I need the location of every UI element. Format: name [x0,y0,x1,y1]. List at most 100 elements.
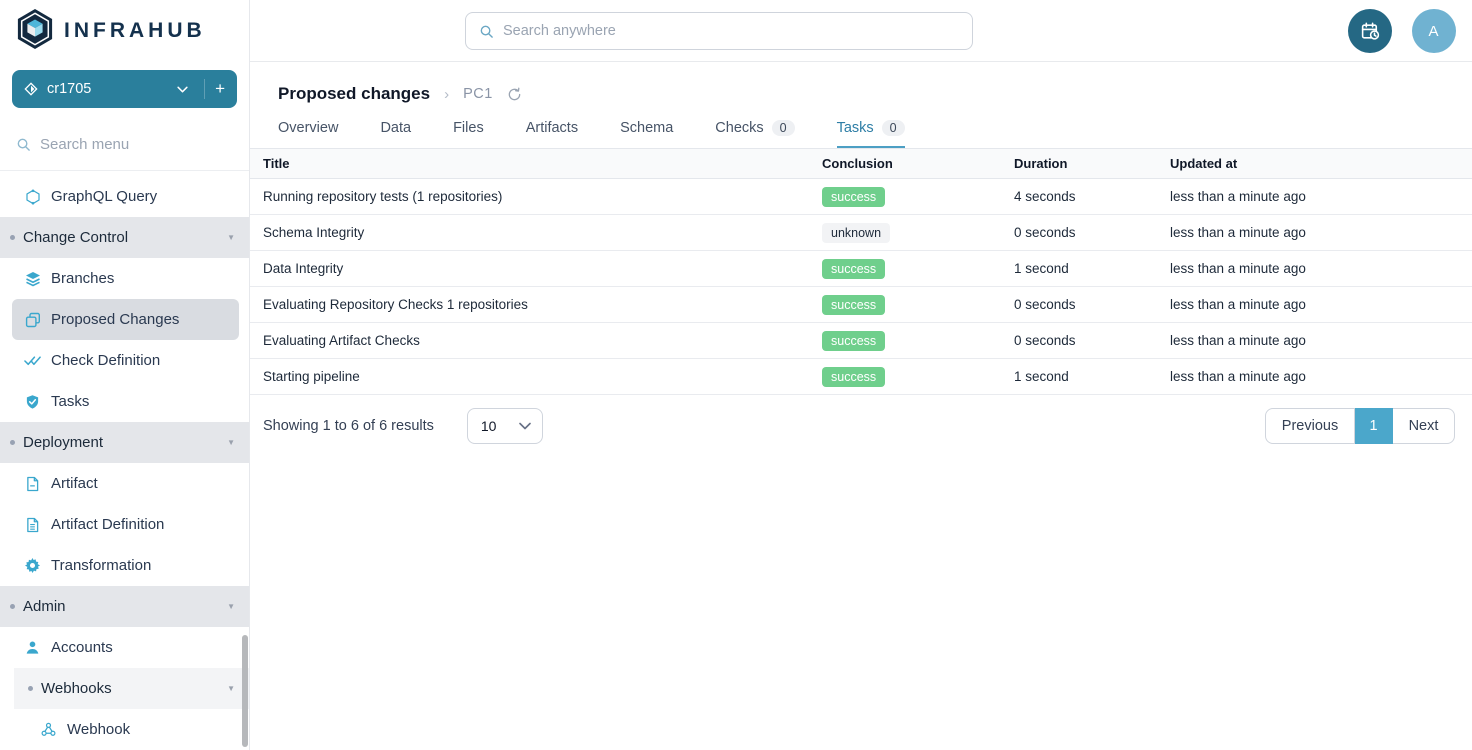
sidebar-search[interactable] [0,124,249,171]
sidebar-item-webhook[interactable]: Webhook [0,709,249,750]
sidebar-item-artifact-definition[interactable]: Artifact Definition [0,504,249,545]
brand-logo[interactable]: INFRAHUB [0,0,249,62]
sidebar-section-change-control[interactable]: Change Control ▼ [0,217,249,258]
copy-icon [24,312,41,328]
task-updated: less than a minute ago [1170,297,1472,312]
task-updated: less than a minute ago [1170,189,1472,204]
topbar: A [250,0,1472,62]
tab-label: Files [453,120,484,136]
page-size-select[interactable]: 10 [467,408,543,444]
chevron-down-icon: ▼ [227,233,235,242]
status-badge: success [822,187,885,207]
column-header-updated-at: Updated at [1170,156,1472,171]
task-updated: less than a minute ago [1170,333,1472,348]
chevron-down-icon: ▼ [227,602,235,611]
time-travel-button[interactable] [1348,9,1392,53]
task-title: Evaluating Repository Checks 1 repositor… [250,297,822,312]
calendar-clock-icon [1360,21,1381,42]
section-label: Deployment [23,434,219,451]
tab-count-badge: 0 [882,120,905,136]
sidebar-section-admin[interactable]: Admin ▼ [0,586,249,627]
sidebar-item-tasks[interactable]: Tasks [0,381,249,422]
sidebar-item-proposed-changes[interactable]: Proposed Changes [12,299,239,340]
sidebar-item-label: GraphQL Query [51,188,157,205]
tab-label: Tasks [837,120,874,136]
shield-check-icon [24,394,41,410]
tab-label: Overview [278,120,338,136]
task-updated: less than a minute ago [1170,225,1472,240]
status-badge: success [822,295,885,315]
avatar[interactable]: A [1412,9,1456,53]
sidebar-item-branches[interactable]: Branches [0,258,249,299]
page-number-button[interactable]: 1 [1355,408,1393,444]
task-title: Evaluating Artifact Checks [250,333,822,348]
previous-page-button[interactable]: Previous [1265,408,1355,444]
sidebar-item-graphql-query[interactable]: GraphQL Query [0,176,249,217]
sidebar-nav: GraphQL Query Change Control ▼ Branches … [0,171,249,750]
table-row[interactable]: Data Integrity success 1 second less tha… [250,251,1472,287]
chevron-down-icon [519,422,531,430]
table-row[interactable]: Schema Integrity unknown 0 seconds less … [250,215,1472,251]
add-branch-button[interactable]: + [204,79,225,99]
chevron-down-icon[interactable] [177,86,188,93]
refresh-icon[interactable] [507,87,522,102]
sidebar: INFRAHUB cr1705 + GraphQL Query [0,0,250,750]
webhook-icon [40,722,57,737]
bullet-icon [10,604,15,609]
column-header-conclusion: Conclusion [822,156,1014,171]
status-badge: success [822,367,885,387]
breadcrumb-current: PC1 [463,86,493,102]
task-duration: 0 seconds [1014,333,1170,348]
sidebar-item-label: Tasks [51,393,89,410]
tab-data[interactable]: Data [380,120,411,148]
table-row[interactable]: Starting pipeline success 1 second less … [250,359,1472,395]
branch-name: cr1705 [47,81,177,97]
sidebar-item-label: Artifact Definition [51,516,164,533]
task-title: Data Integrity [250,261,822,276]
search-icon [16,137,31,152]
sidebar-item-artifact[interactable]: Artifact [0,463,249,504]
tab-overview[interactable]: Overview [278,120,338,148]
task-title: Starting pipeline [250,369,822,384]
tab-schema[interactable]: Schema [620,120,673,148]
global-search-input[interactable] [503,23,972,39]
task-duration: 1 second [1014,261,1170,276]
table-row[interactable]: Evaluating Artifact Checks success 0 sec… [250,323,1472,359]
chevron-right-icon: › [444,86,449,103]
sidebar-item-check-definition[interactable]: Check Definition [0,340,249,381]
page-size-value: 10 [481,418,497,434]
tab-files[interactable]: Files [453,120,484,148]
search-icon [479,24,494,39]
next-page-button[interactable]: Next [1393,408,1455,444]
pagination: Showing 1 to 6 of 6 results 10 Previous … [250,408,1472,444]
sidebar-item-transformation[interactable]: Transformation [0,545,249,586]
sidebar-item-label: Accounts [51,639,113,656]
tab-artifacts[interactable]: Artifacts [526,120,578,148]
tab-bar: Overview Data Files Artifacts Schema Che… [250,104,1472,148]
branch-selector[interactable]: cr1705 + [12,70,237,108]
graphql-icon [24,189,41,205]
global-search[interactable] [465,12,973,50]
section-label: Admin [23,598,219,615]
tab-label: Artifacts [526,120,578,136]
file-icon [24,476,41,492]
main-content: A Proposed changes › PC1 Overview Data F… [250,0,1472,444]
column-header-title: Title [250,156,822,171]
chevron-down-icon: ▼ [227,438,235,447]
sidebar-item-label: Transformation [51,557,151,574]
sidebar-item-accounts[interactable]: Accounts [0,627,249,668]
page-title[interactable]: Proposed changes [278,84,430,104]
task-title: Running repository tests (1 repositories… [250,189,822,204]
branch-diamond-icon [24,82,38,96]
sidebar-search-input[interactable] [40,136,210,153]
table-row[interactable]: Evaluating Repository Checks 1 repositor… [250,287,1472,323]
double-check-icon [24,355,41,367]
tab-checks[interactable]: Checks 0 [715,120,794,148]
user-icon [24,640,41,655]
results-summary: Showing 1 to 6 of 6 results [263,418,434,434]
sidebar-scrollbar[interactable] [242,635,248,747]
tab-tasks[interactable]: Tasks 0 [837,120,905,148]
table-row[interactable]: Running repository tests (1 repositories… [250,179,1472,215]
sidebar-section-webhooks[interactable]: Webhooks ▼ [14,668,249,709]
sidebar-section-deployment[interactable]: Deployment ▼ [0,422,249,463]
